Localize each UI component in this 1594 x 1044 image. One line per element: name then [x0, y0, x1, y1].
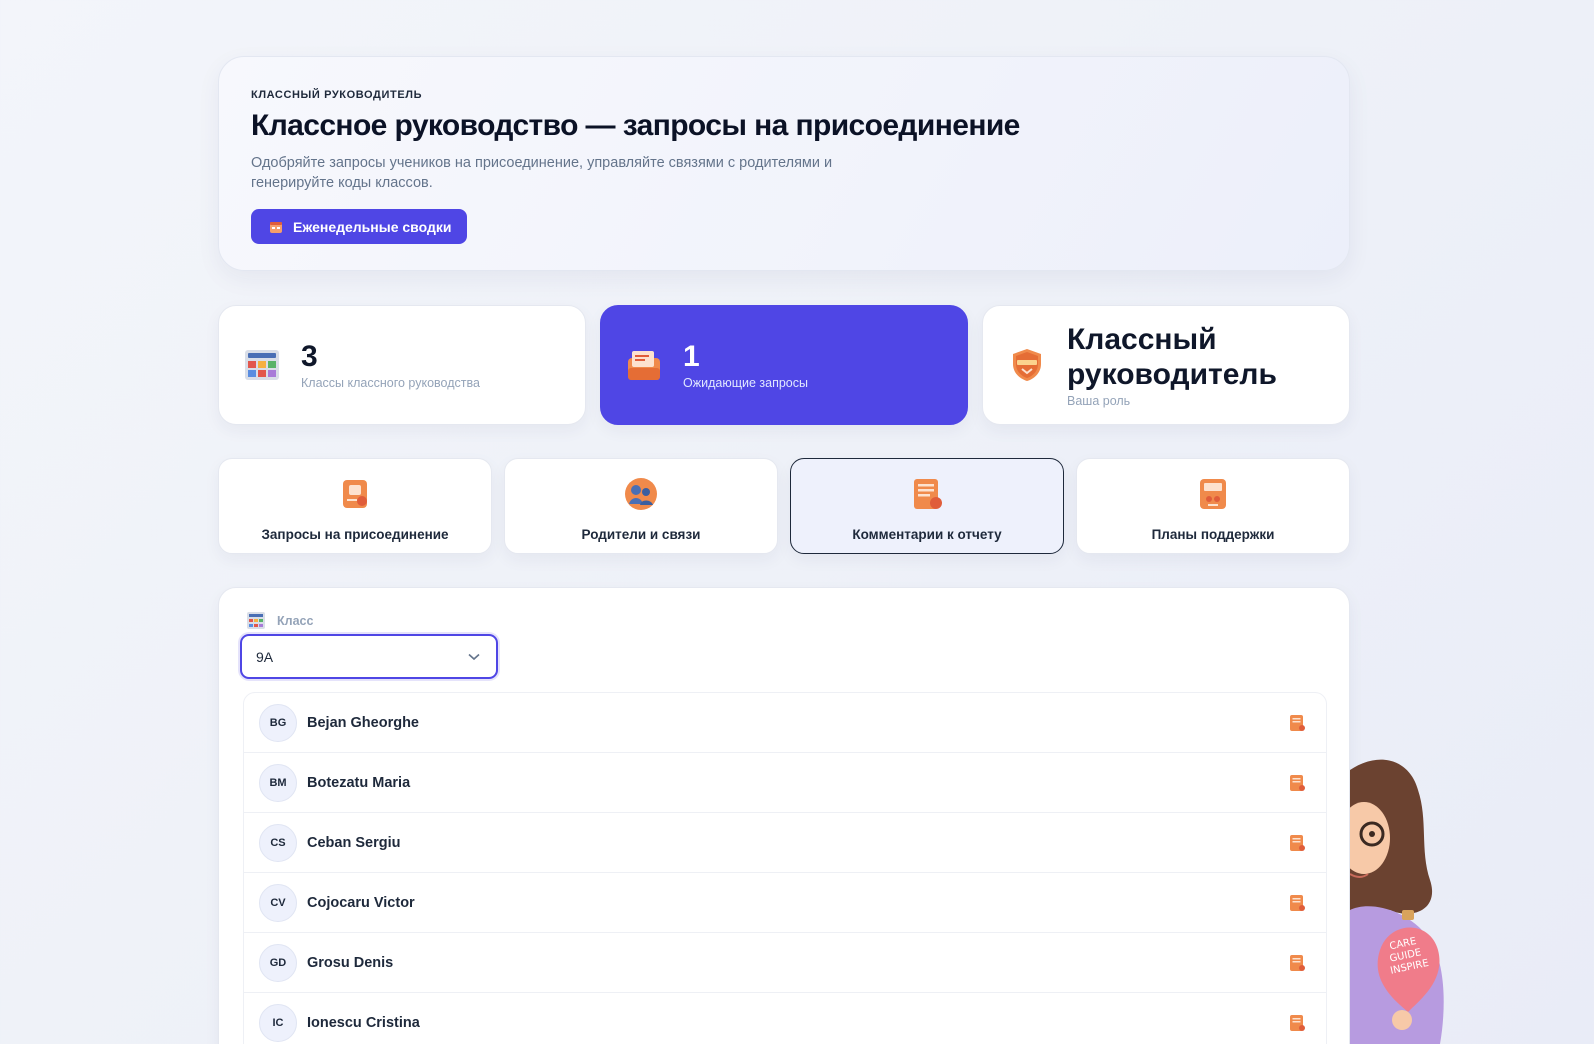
parents-icon: [625, 478, 657, 510]
classes-grid-icon: [247, 612, 265, 629]
class-filter-label: Класс: [277, 613, 314, 628]
calendar-icon: [270, 221, 282, 233]
tab-parents[interactable]: Родители и связи: [504, 458, 778, 554]
list-item[interactable]: BM Botezatu Maria: [244, 753, 1326, 813]
classes-grid-icon: [245, 350, 279, 380]
report-comment-icon[interactable]: [1288, 894, 1306, 912]
stat-card-pending[interactable]: 1 Ожидающие запросы: [600, 305, 968, 425]
weekly-summaries-button[interactable]: Еженедельные сводки: [251, 209, 468, 244]
list-item[interactable]: IC Ionescu Cristina: [244, 993, 1326, 1044]
inbox-requests-icon: [628, 351, 660, 380]
stat-value-role: Классный руководитель: [1067, 323, 1277, 391]
tab-label-parents: Родители и связи: [581, 527, 701, 542]
avatar: GD: [259, 943, 297, 982]
stat-card-role: Классный руководитель Ваша роль: [982, 305, 1350, 425]
hero-card: КЛАССНЫЙ РУКОВОДИТЕЛЬ Классное руководст…: [218, 56, 1350, 271]
stat-value-classes: 3: [301, 340, 318, 373]
class-select[interactable]: 9A: [240, 634, 498, 679]
weekly-summaries-label: Еженедельные сводки: [293, 218, 452, 235]
report-comment-icon[interactable]: [1288, 954, 1306, 972]
tab-join-requests[interactable]: Запросы на присоединение: [218, 458, 492, 554]
stat-label-pending: Ожидающие запросы: [683, 376, 808, 390]
tab-label-report-comments: Комментарии к отчету: [852, 527, 1002, 542]
tab-label-support-plans: Планы поддержки: [1151, 527, 1275, 542]
student-name: Botezatu Maria: [307, 774, 411, 791]
report-comments-panel: Класс 9A BG Bejan Gheorghe BM Botezatu M…: [218, 587, 1350, 1044]
tab-report-comments[interactable]: Комментарии к отчету: [790, 458, 1064, 554]
stat-label-classes: Классы классного руководства: [301, 376, 480, 390]
report-comment-icon[interactable]: [1288, 774, 1306, 792]
hero-eyebrow: КЛАССНЫЙ РУКОВОДИТЕЛЬ: [251, 89, 423, 101]
avatar: CV: [259, 883, 297, 922]
student-name: Cojocaru Victor: [307, 894, 415, 911]
class-select-value: 9A: [256, 648, 274, 665]
support-plan-icon: [1200, 479, 1226, 509]
report-comment-icon: [914, 479, 942, 509]
student-name: Ionescu Cristina: [307, 1014, 420, 1031]
student-name: Bejan Gheorghe: [307, 714, 419, 731]
tab-label-join-requests: Запросы на присоединение: [261, 527, 449, 542]
stat-value-pending: 1: [683, 340, 700, 373]
chevron-down-icon: [468, 653, 480, 660]
teacher-mascot-illustration: CARE GUIDE INSPIRE: [1350, 759, 1444, 1044]
report-comment-icon[interactable]: [1288, 834, 1306, 852]
stat-label-role: Ваша роль: [1067, 394, 1131, 408]
student-name: Grosu Denis: [307, 954, 394, 971]
class-filter-label-row: Класс: [247, 612, 313, 629]
list-item[interactable]: BG Bejan Gheorghe: [244, 693, 1326, 753]
join-request-icon: [343, 480, 367, 508]
avatar: BG: [259, 703, 297, 742]
report-comment-icon[interactable]: [1288, 714, 1306, 732]
list-item[interactable]: CV Cojocaru Victor: [244, 873, 1326, 933]
stat-card-classes: 3 Классы классного руководства: [218, 305, 586, 425]
shield-badge-icon: [1013, 349, 1041, 381]
student-name: Ceban Sergiu: [307, 834, 401, 851]
avatar: CS: [259, 823, 297, 862]
page-title: Классное руководство — запросы на присое…: [251, 109, 1020, 142]
hero-subtitle: Одобряйте запросы учеников на присоедине…: [251, 155, 833, 191]
report-comment-icon[interactable]: [1288, 1014, 1306, 1032]
student-list: BG Bejan Gheorghe BM Botezatu Maria CS C…: [243, 692, 1327, 1044]
avatar: IC: [259, 1003, 297, 1042]
list-item[interactable]: CS Ceban Sergiu: [244, 813, 1326, 873]
avatar: BM: [259, 763, 297, 802]
tab-support-plans[interactable]: Планы поддержки: [1076, 458, 1350, 554]
list-item[interactable]: GD Grosu Denis: [244, 933, 1326, 993]
